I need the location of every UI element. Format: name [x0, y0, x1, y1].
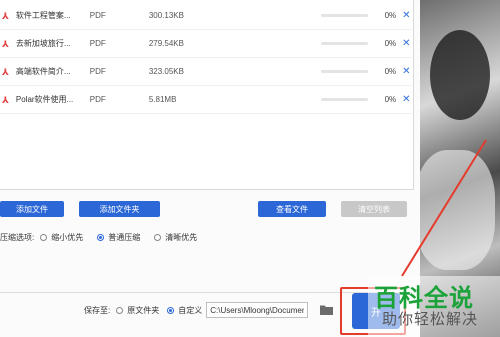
view-file-button[interactable]: 查看文件 — [258, 201, 326, 217]
option-label: 清晰优先 — [165, 232, 198, 242]
file-name: Polar软件使用... — [15, 95, 74, 104]
add-file-button[interactable]: 添加文件 — [0, 201, 64, 217]
option-normal[interactable]: 普通压缩 — [97, 232, 140, 243]
file-size: 279.54KB — [148, 39, 184, 48]
progress-bar — [321, 14, 369, 17]
add-folder-button[interactable]: 添加文件夹 — [79, 201, 160, 217]
remove-icon[interactable]: ✕ — [402, 10, 412, 21]
remove-icon[interactable]: ✕ — [402, 94, 412, 105]
compression-label: 压缩选项: — [0, 232, 35, 242]
progress-percent: 0% — [384, 39, 397, 48]
save-location: 保存至: 原文件夹 自定义 — [84, 302, 309, 318]
file-type: PDF — [89, 67, 106, 76]
progress-bar — [321, 70, 369, 73]
watermark-subtitle: 助你轻松解决 — [382, 310, 479, 328]
file-name: 去新加坡旅行... — [15, 39, 71, 48]
clear-list-button[interactable]: 清空列表 — [341, 201, 407, 217]
option-smaller-first[interactable]: 缩小优先 — [40, 232, 83, 243]
option-label: 自定义 — [178, 305, 203, 315]
progress-percent: 0% — [384, 11, 397, 20]
option-label: 原文件夹 — [127, 305, 160, 315]
radio-button-selected[interactable] — [167, 306, 175, 314]
save-label: 保存至: — [84, 305, 111, 315]
progress-percent: 0% — [384, 95, 397, 104]
folder-icon[interactable] — [320, 304, 333, 315]
radio-button[interactable] — [154, 233, 162, 241]
file-name: 软件工程管案... — [15, 11, 71, 20]
file-row[interactable]: ⅄ Polar软件使用... PDF 5.81MB 0% ✕ — [0, 86, 412, 114]
pdf-file-icon: ⅄ — [2, 38, 9, 49]
option-label: 普通压缩 — [108, 232, 141, 242]
pdf-file-icon: ⅄ — [2, 66, 9, 77]
file-type: PDF — [89, 11, 106, 20]
file-row[interactable]: ⅄ 去新加坡旅行... PDF 279.54KB 0% ✕ — [0, 30, 412, 58]
option-original-folder[interactable]: 原文件夹 — [116, 305, 159, 316]
background-shape — [415, 150, 495, 270]
remove-icon[interactable]: ✕ — [402, 38, 412, 49]
remove-icon[interactable]: ✕ — [402, 66, 412, 77]
option-custom[interactable]: 自定义 — [167, 305, 202, 316]
compression-options: 压缩选项: 缩小优先 普通压缩 清晰优先 — [0, 230, 260, 244]
radio-button-selected[interactable] — [97, 233, 105, 241]
file-type: PDF — [89, 39, 106, 48]
watermark: 百科全说 助你轻松解决 — [368, 276, 500, 337]
file-size: 323.05KB — [148, 67, 184, 76]
radio-button[interactable] — [40, 233, 48, 241]
pdf-file-icon: ⅄ — [2, 10, 9, 21]
background-shape — [430, 30, 490, 120]
progress-bar — [321, 42, 369, 45]
file-size: 5.81MB — [148, 95, 177, 104]
file-name: 高端软件简介... — [15, 67, 71, 76]
save-path-input[interactable] — [206, 302, 309, 318]
file-row[interactable]: ⅄ 高端软件简介... PDF 323.05KB 0% ✕ — [0, 58, 412, 86]
progress-percent: 0% — [384, 67, 397, 76]
progress-bar — [321, 98, 369, 101]
file-size: 300.13KB — [148, 11, 184, 20]
file-type: PDF — [89, 95, 106, 104]
file-list: ⅄ 软件工程管案... PDF 300.13KB 0% ✕ ⅄ 去新加坡旅行..… — [0, 0, 414, 190]
pdf-file-icon: ⅄ — [2, 94, 9, 105]
file-row[interactable]: ⅄ 软件工程管案... PDF 300.13KB 0% ✕ — [0, 2, 412, 30]
option-clarity-first[interactable]: 清晰优先 — [154, 232, 197, 243]
option-label: 缩小优先 — [51, 232, 84, 242]
radio-button[interactable] — [116, 306, 124, 314]
